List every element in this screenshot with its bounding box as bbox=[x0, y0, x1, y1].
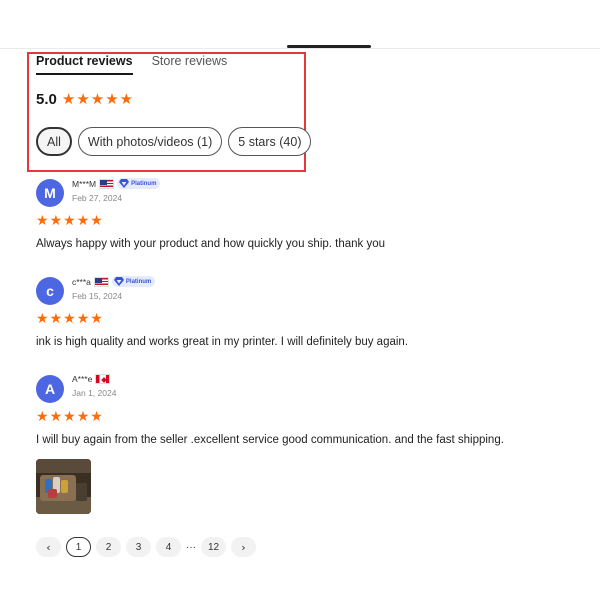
next-page-button[interactable]: › bbox=[231, 537, 256, 557]
review-item: A A***e Jan 1, 2024 ★ ★ ★ ★ ★ I will buy aga… bbox=[36, 374, 504, 446]
top-divider bbox=[0, 48, 600, 49]
reviewer-info: A A***e Jan 1, 2024 bbox=[36, 374, 504, 403]
star-icon: ★ bbox=[49, 213, 63, 229]
star-icon: ★ bbox=[119, 90, 134, 108]
review-stars: ★ ★ ★ ★ ★ bbox=[36, 312, 103, 326]
filter-all-chip[interactable]: All bbox=[36, 127, 72, 156]
avatar: A bbox=[36, 375, 64, 403]
star-icon: ★ bbox=[90, 90, 105, 108]
filter-photos-videos-chip[interactable]: With photos/videos (1) bbox=[77, 127, 223, 156]
avatar: M bbox=[36, 179, 64, 207]
tab-product-reviews[interactable]: Product reviews bbox=[36, 54, 133, 75]
star-icon: ★ bbox=[76, 409, 90, 425]
star-icon: ★ bbox=[76, 311, 90, 327]
reviewer-name: M***M bbox=[72, 178, 97, 189]
review-date: Feb 27, 2024 bbox=[72, 193, 123, 203]
average-rating-stars: ★ ★ ★ ★ ★ bbox=[62, 92, 133, 107]
platinum-badge: Platinum bbox=[117, 178, 161, 189]
reviewer-name: c***a bbox=[72, 276, 91, 287]
star-icon: ★ bbox=[90, 409, 103, 425]
page-12-button[interactable]: 12 bbox=[201, 537, 226, 557]
review-filters: All With photos/videos (1) 5 stars (40) bbox=[36, 127, 312, 156]
pagination: ‹ 1 2 3 4 ··· 12 › bbox=[36, 537, 256, 557]
page-1-button[interactable]: 1 bbox=[66, 537, 91, 557]
review-date: Jan 1, 2024 bbox=[72, 388, 117, 398]
star-icon: ★ bbox=[61, 90, 76, 108]
review-item: c c***a Platinum Feb 15, 2024 ★ ★ ★ ★ ★ ink … bbox=[36, 276, 408, 348]
review-tabs: Product reviews Store reviews bbox=[36, 54, 227, 75]
review-text: Always happy with your product and how q… bbox=[36, 238, 386, 250]
review-stars: ★ ★ ★ ★ ★ bbox=[36, 410, 103, 424]
page-3-button[interactable]: 3 bbox=[126, 537, 151, 557]
previous-page-button[interactable]: ‹ bbox=[36, 537, 61, 557]
star-icon: ★ bbox=[76, 90, 90, 108]
review-photo-thumbnail[interactable] bbox=[36, 459, 91, 514]
star-icon: ★ bbox=[63, 311, 76, 327]
filter-5-stars-chip[interactable]: 5 stars (40) bbox=[228, 127, 312, 156]
star-icon: ★ bbox=[90, 213, 103, 229]
diamond-icon bbox=[113, 277, 124, 286]
reviewer-name: A***e bbox=[72, 374, 93, 384]
platinum-badge: Platinum bbox=[111, 276, 156, 287]
diamond-icon bbox=[119, 179, 130, 188]
page-2-button[interactable]: 2 bbox=[96, 537, 121, 557]
rating-summary: 5.0 ★ ★ ★ ★ ★ bbox=[36, 91, 133, 108]
review-item: M M***M Platinum Feb 27, 2024 ★ ★ ★ ★ ★ Alwa… bbox=[36, 178, 385, 250]
star-icon: ★ bbox=[63, 213, 76, 229]
reviewer-info: c c***a Platinum Feb 15, 2024 bbox=[36, 276, 408, 305]
star-icon: ★ bbox=[90, 311, 103, 327]
star-icon: ★ bbox=[49, 409, 63, 425]
star-icon: ★ bbox=[63, 409, 76, 425]
review-text: ink is high quality and works great in m… bbox=[36, 336, 409, 348]
review-photo-image bbox=[36, 459, 91, 514]
tab-store-reviews[interactable]: Store reviews bbox=[152, 54, 228, 75]
avatar: c bbox=[36, 277, 64, 305]
average-rating: 5.0 bbox=[36, 91, 57, 108]
star-icon: ★ bbox=[105, 90, 119, 108]
review-stars: ★ ★ ★ ★ ★ bbox=[36, 214, 103, 228]
pagination-ellipsis: ··· bbox=[186, 541, 196, 553]
reviewer-info: M M***M Platinum Feb 27, 2024 bbox=[36, 178, 385, 207]
star-icon: ★ bbox=[36, 311, 49, 327]
star-icon: ★ bbox=[76, 213, 90, 229]
star-icon: ★ bbox=[49, 311, 63, 327]
star-icon: ★ bbox=[36, 409, 49, 425]
us-flag-icon bbox=[93, 276, 109, 287]
review-date: Feb 15, 2024 bbox=[72, 291, 123, 301]
ca-flag-icon bbox=[95, 374, 111, 384]
star-icon: ★ bbox=[36, 213, 49, 229]
us-flag-icon bbox=[99, 178, 115, 189]
page-4-button[interactable]: 4 bbox=[156, 537, 181, 557]
review-text: I will buy again from the seller .excell… bbox=[36, 434, 504, 446]
section-indicator bbox=[287, 45, 371, 48]
